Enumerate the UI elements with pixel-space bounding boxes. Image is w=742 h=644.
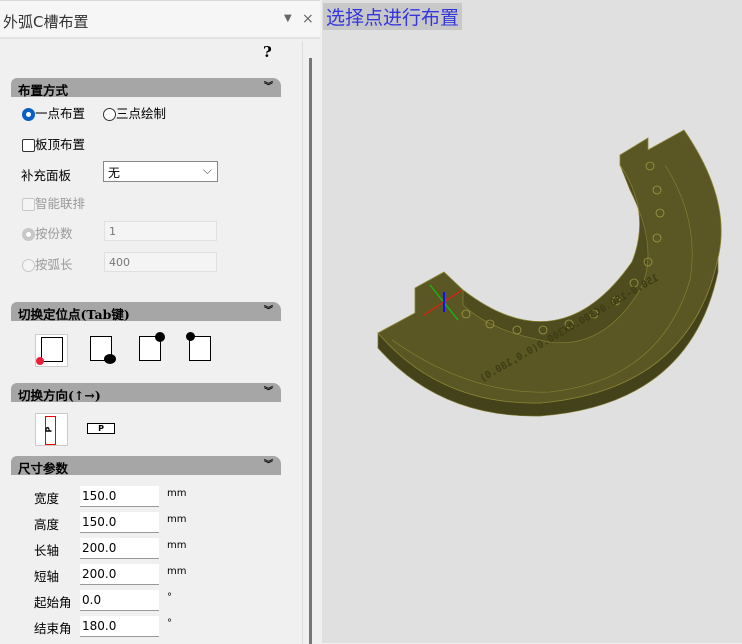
- unit-label: mm: [167, 488, 187, 499]
- checkbox-icon[interactable]: [22, 139, 35, 152]
- size-input[interactable]: 150.0: [80, 512, 159, 533]
- section-header-size[interactable]: 尺寸参数 ︾: [11, 456, 281, 476]
- collapse-icon[interactable]: ︾: [264, 79, 273, 92]
- 3d-viewport[interactable]: 选择点进行布置 150.0-150.0C300.0X300.0(0.0,180.…: [322, 0, 742, 643]
- section-title: 切换方向(↑→): [18, 388, 101, 403]
- collapse-icon[interactable]: ︾: [264, 303, 273, 316]
- size-input[interactable]: 200.0: [80, 564, 159, 585]
- vertical-rect-icon: P: [44, 416, 56, 445]
- size-input[interactable]: 0.0: [80, 590, 159, 611]
- help-icon[interactable]: ?: [263, 43, 272, 61]
- size-input[interactable]: 180.0: [80, 616, 159, 637]
- select-value: 无: [108, 166, 121, 180]
- checkbox-board-top[interactable]: 板顶布置: [22, 134, 85, 153]
- anchor-dot-icon: [36, 357, 44, 365]
- checkbox-label: 智能联排: [35, 196, 86, 211]
- anchor-option-bottom-right[interactable]: [90, 336, 120, 368]
- size-input[interactable]: 200.0: [80, 538, 159, 559]
- checkbox-smart-link[interactable]: 智能联排: [22, 193, 85, 212]
- section-header-direction[interactable]: 切换方向(↑→) ︾: [11, 383, 281, 403]
- anchor-option-bottom-left[interactable]: [35, 334, 68, 367]
- direction-option-vertical[interactable]: P: [35, 413, 68, 446]
- radio-by-count[interactable]: 按份数: [22, 223, 73, 242]
- anchor-dot-icon: [155, 332, 165, 342]
- scrollbar-thumb[interactable]: [309, 58, 312, 644]
- radio-three-point[interactable]: 三点绘制: [103, 103, 166, 122]
- model-inner-wall: [462, 164, 649, 344]
- radio-one-point[interactable]: 一点布置: [22, 103, 85, 122]
- panel-title: 外弧C槽布置: [3, 13, 89, 31]
- anchor-option-top-left[interactable]: [186, 332, 216, 364]
- close-icon[interactable]: ×: [302, 11, 314, 27]
- unit-label: mm: [167, 566, 187, 577]
- size-label: 结束角: [34, 621, 72, 636]
- radio-icon[interactable]: [22, 259, 35, 272]
- panel-menu-icon[interactable]: ▼: [284, 13, 292, 24]
- anchor-dot-icon: [186, 332, 195, 341]
- count-input[interactable]: 1: [104, 221, 217, 241]
- anchor-option-top-right[interactable]: [139, 332, 169, 364]
- panel-titlebar: 外弧C槽布置 ▼ ×: [0, 1, 320, 39]
- extra-panel-select[interactable]: 无 ⌵: [103, 161, 218, 182]
- size-label: 起始角: [34, 595, 72, 610]
- p-glyph: P: [44, 426, 54, 433]
- unit-label: °: [167, 592, 172, 603]
- radio-icon[interactable]: [22, 108, 35, 121]
- size-input[interactable]: 150.0: [80, 486, 159, 507]
- radio-label: 按弧长: [35, 257, 73, 272]
- section-title: 尺寸参数: [18, 461, 69, 476]
- anchor-dot-icon: [104, 354, 116, 364]
- checkbox-label: 板顶布置: [35, 137, 86, 152]
- collapse-icon[interactable]: ︾: [264, 384, 273, 397]
- unit-label: mm: [167, 540, 187, 551]
- size-label: 高度: [34, 517, 60, 532]
- radio-label: 一点布置: [35, 106, 86, 121]
- unit-label: mm: [167, 514, 187, 525]
- extra-panel-label: 补充面板: [21, 168, 72, 183]
- arc-c-channel-model[interactable]: 150.0-150.0C300.0X300.0(0.0,180.0): [322, 0, 742, 643]
- collapse-icon[interactable]: ︾: [264, 457, 273, 470]
- chevron-down-icon: ⌵: [202, 163, 212, 177]
- size-label: 宽度: [34, 491, 60, 506]
- section-title: 切换定位点(Tab键): [18, 307, 130, 322]
- arc-length-input[interactable]: 400: [104, 252, 217, 272]
- radio-icon[interactable]: [103, 108, 116, 121]
- section-title: 布置方式: [18, 83, 69, 98]
- section-header-anchor[interactable]: 切换定位点(Tab键) ︾: [11, 302, 281, 322]
- unit-label: °: [167, 618, 172, 629]
- radio-label: 三点绘制: [116, 106, 167, 121]
- section-header-layout-mode[interactable]: 布置方式 ︾: [11, 78, 281, 98]
- checkbox-icon[interactable]: [22, 198, 35, 211]
- radio-icon[interactable]: [22, 228, 35, 241]
- direction-option-horizontal[interactable]: P: [87, 423, 115, 434]
- size-label: 长轴: [34, 543, 60, 558]
- layout-panel: 外弧C槽布置 ▼ × ? 布置方式 ︾ 一点布置 三点绘制 板顶布置 补充面板 无…: [0, 0, 320, 644]
- rect-icon: [41, 337, 63, 362]
- radio-by-arc[interactable]: 按弧长: [22, 254, 73, 273]
- radio-label: 按份数: [35, 226, 73, 241]
- p-glyph: P: [98, 424, 104, 433]
- size-label: 短轴: [34, 569, 60, 584]
